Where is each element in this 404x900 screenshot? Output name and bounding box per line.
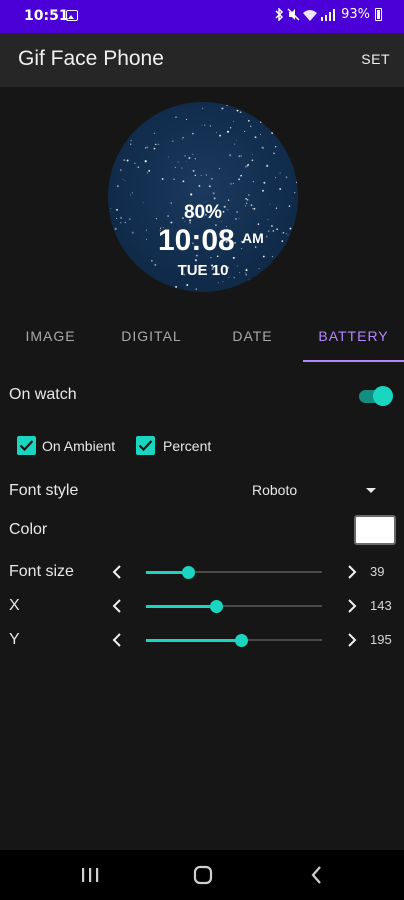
- tab-battery[interactable]: BATTERY: [303, 314, 404, 362]
- y-value: 195: [370, 632, 392, 647]
- color-swatch[interactable]: [354, 515, 396, 545]
- font-size-value: 39: [370, 564, 385, 579]
- y-increase-chevron-right-icon[interactable]: [345, 632, 359, 648]
- watch-face-preview: 80% 10:08 AM TUE 10: [108, 102, 298, 292]
- color-label: Color: [9, 521, 48, 538]
- bluetooth-icon: [275, 8, 284, 21]
- battery-icon: [375, 8, 382, 21]
- on-ambient-label: On Ambient: [42, 438, 116, 454]
- percent-checkbox[interactable]: [136, 436, 155, 455]
- app-title: Gif Face Phone: [18, 47, 164, 70]
- x-slider-fill: [146, 605, 216, 608]
- percent-label: Percent: [163, 438, 212, 454]
- mute-icon: [287, 8, 300, 21]
- font-size-increase-chevron-right-icon[interactable]: [345, 564, 359, 580]
- preview-battery-percent: 80%: [183, 202, 223, 223]
- y-slider-fill: [146, 639, 241, 642]
- app-bar: Gif Face Phone SET: [0, 33, 404, 87]
- image-icon: [66, 10, 78, 21]
- tab-date[interactable]: DATE: [202, 314, 303, 362]
- tab-image[interactable]: IMAGE: [0, 314, 101, 362]
- wifi-icon: [303, 9, 318, 21]
- y-decrease-chevron-left-icon[interactable]: [110, 632, 124, 648]
- status-time: 10:51: [24, 8, 69, 24]
- preview-time: 10:08: [158, 224, 235, 257]
- battery-percent: 93%: [341, 7, 370, 22]
- font-style-label: Font style: [9, 482, 79, 499]
- check-icon: [19, 440, 34, 452]
- preview-ampm: AM: [242, 230, 264, 246]
- font-style-dropdown[interactable]: Roboto: [252, 482, 297, 498]
- tab-digital[interactable]: DIGITAL: [101, 314, 202, 362]
- dropdown-arrow-icon[interactable]: [366, 488, 376, 493]
- x-slider-thumb[interactable]: [210, 600, 223, 613]
- y-slider-thumb[interactable]: [235, 634, 248, 647]
- check-icon: [138, 440, 153, 452]
- font-size-label: Font size: [9, 563, 74, 580]
- font-size-slider-thumb[interactable]: [182, 566, 195, 579]
- x-decrease-chevron-left-icon[interactable]: [110, 598, 124, 614]
- system-nav-bar: [0, 850, 404, 900]
- back-icon[interactable]: [309, 863, 325, 887]
- status-bar: 10:51 93%: [0, 0, 404, 33]
- tab-bar: IMAGE DIGITAL DATE BATTERY: [0, 314, 404, 362]
- tab-indicator: [303, 360, 404, 362]
- switch-thumb: [373, 386, 393, 406]
- set-button[interactable]: SET: [361, 51, 390, 67]
- recents-icon[interactable]: [80, 863, 100, 887]
- status-icons: 93%: [274, 7, 382, 22]
- home-icon[interactable]: [192, 863, 214, 887]
- on-watch-label: On watch: [9, 386, 77, 403]
- x-label: X: [9, 597, 20, 614]
- x-value: 143: [370, 598, 392, 613]
- x-increase-chevron-right-icon[interactable]: [345, 598, 359, 614]
- preview-date: TUE 10: [177, 262, 229, 279]
- on-watch-switch[interactable]: [357, 386, 393, 406]
- cell-signal-icon: [321, 8, 336, 21]
- on-ambient-checkbox[interactable]: [17, 436, 36, 455]
- font-size-decrease-chevron-left-icon[interactable]: [110, 564, 124, 580]
- y-label: Y: [9, 631, 20, 648]
